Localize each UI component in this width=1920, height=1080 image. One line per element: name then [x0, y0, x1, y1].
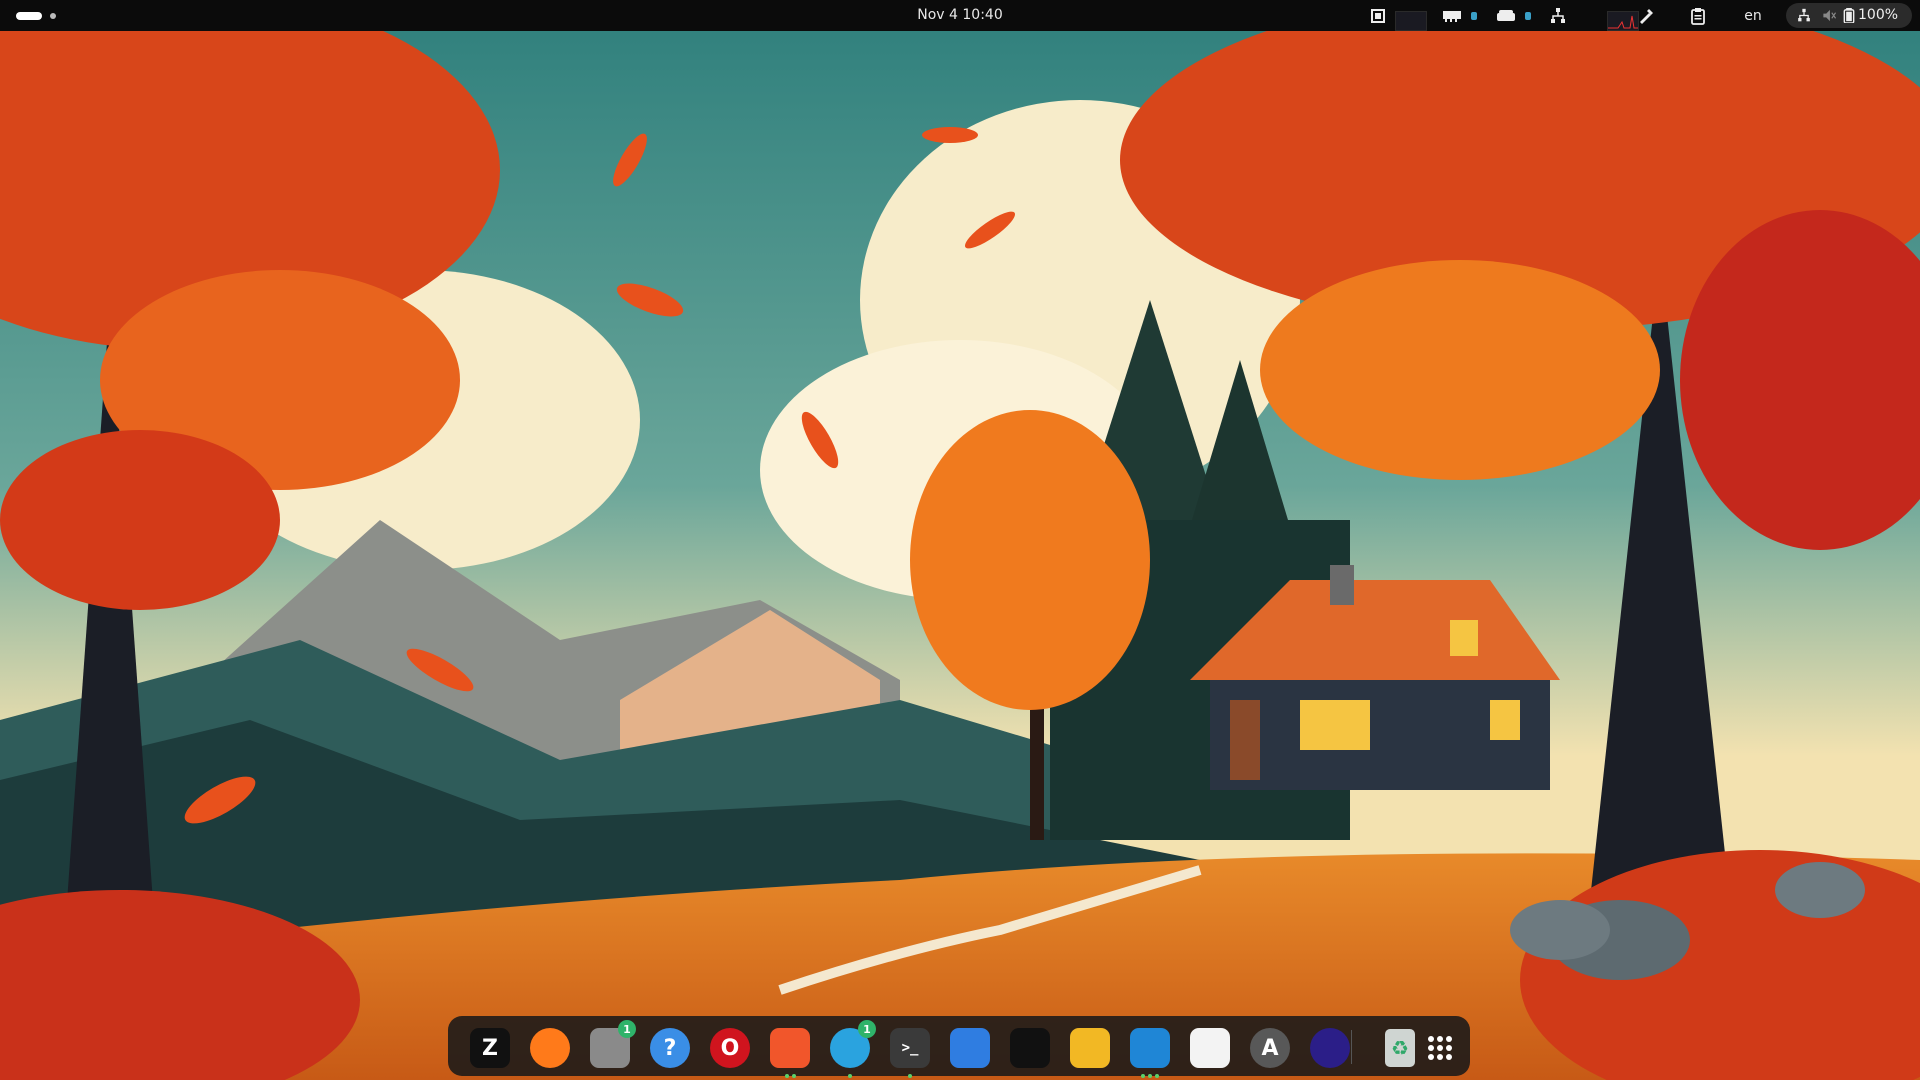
show-apps-button[interactable]: [1418, 1026, 1462, 1070]
text-editor-icon: [950, 1028, 990, 1068]
dock-app-telegram[interactable]: 1: [828, 1020, 876, 1078]
trash-icon: ♻: [1385, 1029, 1415, 1067]
clipboard-icon[interactable]: [1687, 5, 1709, 26]
app-black-icon: [1010, 1028, 1050, 1068]
disk-indicator: [1524, 5, 1532, 26]
keyboard-layout-indicator[interactable]: en: [1740, 5, 1766, 26]
notification-badge: 1: [858, 1020, 876, 1038]
dock-app-opera[interactable]: O: [708, 1026, 752, 1070]
memory-indicator: [1470, 5, 1478, 26]
disk-icon[interactable]: [1494, 5, 1518, 26]
dock-app-app-black[interactable]: [1008, 1026, 1052, 1070]
color-picker-icon[interactable]: [1635, 5, 1657, 26]
dock-app-brave[interactable]: [768, 1026, 812, 1078]
battery-percentage: 100%: [1858, 7, 1899, 23]
running-indicator: [768, 1074, 812, 1078]
memory-icon[interactable]: [1440, 5, 1464, 26]
brave-icon: [770, 1028, 810, 1068]
workspace-indicator[interactable]: [50, 13, 56, 19]
network-icon[interactable]: [1546, 5, 1570, 26]
desktop-wallpaper: [0, 0, 1920, 1080]
cpu-icon[interactable]: [1367, 5, 1389, 26]
trash-app[interactable]: ♻: [1378, 1026, 1422, 1070]
terminal-icon: >_: [890, 1028, 930, 1068]
zed-editor-icon: Z: [470, 1028, 510, 1068]
workspace-indicator-active[interactable]: [16, 12, 42, 20]
system-status-menu[interactable]: 100%: [1786, 3, 1912, 28]
dock-app-vscode[interactable]: [1128, 1026, 1172, 1078]
dock-app-app-white[interactable]: [1188, 1026, 1232, 1070]
dock-app-text-editor[interactable]: [948, 1026, 992, 1070]
dock: ♻ Z 1? O 1 >_ A: [448, 1016, 1470, 1078]
volume-muted-icon: [1821, 8, 1837, 27]
clock[interactable]: Nov 4 10:40: [917, 7, 1002, 23]
firefox-icon: [530, 1028, 570, 1068]
dock-app-app-purple[interactable]: [1308, 1026, 1352, 1070]
dock-app-zed-editor[interactable]: Z: [468, 1026, 512, 1070]
running-indicator: [828, 1074, 872, 1078]
dock-app-help[interactable]: ?: [648, 1026, 692, 1070]
network-icon: [1796, 8, 1812, 27]
dock-app-app-yellow[interactable]: [1068, 1026, 1112, 1070]
notification-badge: 1: [618, 1020, 636, 1038]
battery-icon: [1843, 8, 1855, 27]
app-store-icon: A: [1250, 1028, 1290, 1068]
help-icon: ?: [650, 1028, 690, 1068]
app-yellow-icon: [1070, 1028, 1110, 1068]
telegram-icon: 1: [830, 1020, 876, 1068]
app-purple-icon: [1310, 1028, 1350, 1068]
dock-app-firefox[interactable]: [528, 1026, 572, 1070]
running-indicator: [1128, 1074, 1172, 1078]
dock-app-terminal[interactable]: >_: [888, 1026, 932, 1078]
top-bar: Nov 4 10:40 en 100%: [0, 0, 1920, 31]
vscode-icon: [1130, 1028, 1170, 1068]
running-indicator: [888, 1074, 932, 1078]
opera-icon: O: [710, 1028, 750, 1068]
app-white-icon: [1190, 1028, 1230, 1068]
files-icon: 1: [590, 1020, 636, 1068]
app-grid-icon: [1428, 1036, 1452, 1060]
dock-app-files[interactable]: 1: [588, 1020, 636, 1070]
dock-app-app-store[interactable]: A: [1248, 1026, 1292, 1070]
cpu-graph: [1395, 10, 1427, 31]
